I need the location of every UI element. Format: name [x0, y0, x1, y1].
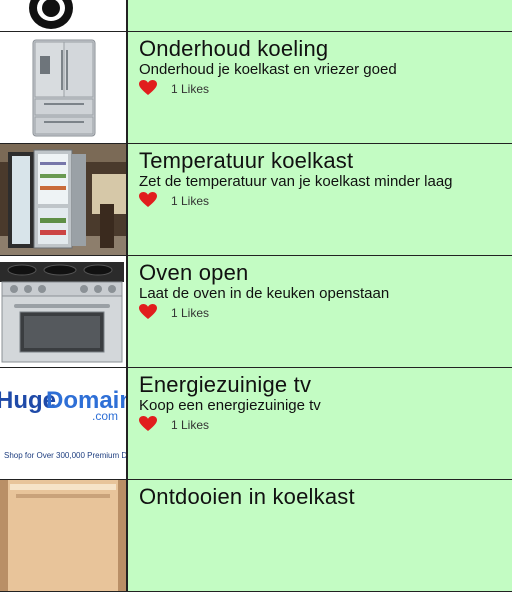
item-title[interactable]: Energiezuinige tv [139, 372, 512, 398]
item-subtitle: Koop een energiezuinige tv [139, 397, 321, 414]
likes-count: 1 Likes [171, 82, 210, 96]
list-item[interactable]: Oven open Laat de oven in de keuken open… [0, 256, 512, 368]
item-title[interactable]: Ontdooien in koelkast [139, 484, 512, 510]
likes-count: 1 Likes [171, 306, 210, 320]
tips-list: Onderhoud koeling Onderhoud je koelkast … [0, 32, 512, 592]
item-subtitle: Laat de oven in de keuken openstaan [139, 285, 390, 302]
item-title[interactable]: Oven open [139, 260, 512, 286]
heart-icon[interactable] [139, 192, 157, 208]
likes-count: 1 Likes [171, 194, 210, 208]
likes-count: 1 Likes [171, 418, 210, 432]
heart-icon[interactable] [139, 80, 157, 96]
top-partial-item[interactable] [0, 0, 512, 32]
svg-text:Shop for Over 300,000 Premium: Shop for Over 300,000 Premium Domains [4, 451, 126, 460]
list-item[interactable]: Ontdooien in koelkast [0, 480, 512, 592]
list-item[interactable]: Temperatuur koelkast Zet de temperatuur … [0, 144, 512, 256]
oven-photo [0, 256, 128, 367]
heart-icon[interactable] [139, 304, 157, 320]
item-title[interactable]: Temperatuur koelkast [139, 148, 512, 174]
top-thumbnail [0, 0, 128, 31]
svg-text:.com: .com [92, 409, 118, 423]
list-item[interactable]: Huge Domains .com Shop for Over 300,000 … [0, 368, 512, 480]
item-title[interactable]: Onderhoud koeling [139, 36, 512, 62]
fridge-photo [0, 32, 128, 143]
kitchen-fridge-photo [0, 144, 128, 255]
list-item[interactable]: Onderhoud koeling Onderhoud je koelkast … [0, 32, 512, 144]
item-subtitle: Onderhoud je koelkast en vriezer goed [139, 61, 397, 78]
heart-icon[interactable] [139, 416, 157, 432]
fridge-interior-photo [0, 480, 128, 591]
item-subtitle: Zet de temperatuur van je koelkast minde… [139, 173, 453, 190]
eye-icon [29, 0, 73, 29]
hugedomains-ad: Huge Domains .com Shop for Over 300,000 … [0, 368, 128, 479]
